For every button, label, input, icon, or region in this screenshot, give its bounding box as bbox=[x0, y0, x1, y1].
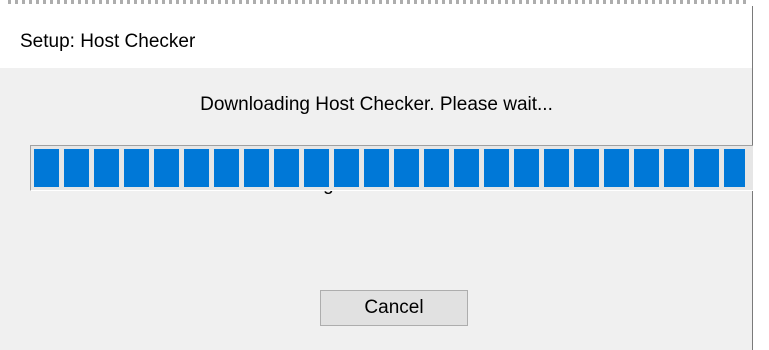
progress-bar bbox=[30, 145, 756, 191]
setup-dialog: Setup: Host Checker Downloading Host Che… bbox=[0, 0, 769, 350]
background-text-fragment bbox=[8, 0, 748, 4]
download-message: Downloading Host Checker. Please wait... bbox=[200, 94, 553, 115]
window-title: Setup: Host Checker bbox=[20, 31, 196, 52]
cancel-button[interactable]: Cancel bbox=[320, 290, 468, 326]
progress-bar-fill bbox=[34, 149, 745, 187]
dialog-body: Downloading Host Checker. Please wait...… bbox=[0, 68, 753, 350]
window-edge bbox=[753, 0, 769, 350]
title-bar[interactable]: Setup: Host Checker bbox=[0, 6, 753, 68]
